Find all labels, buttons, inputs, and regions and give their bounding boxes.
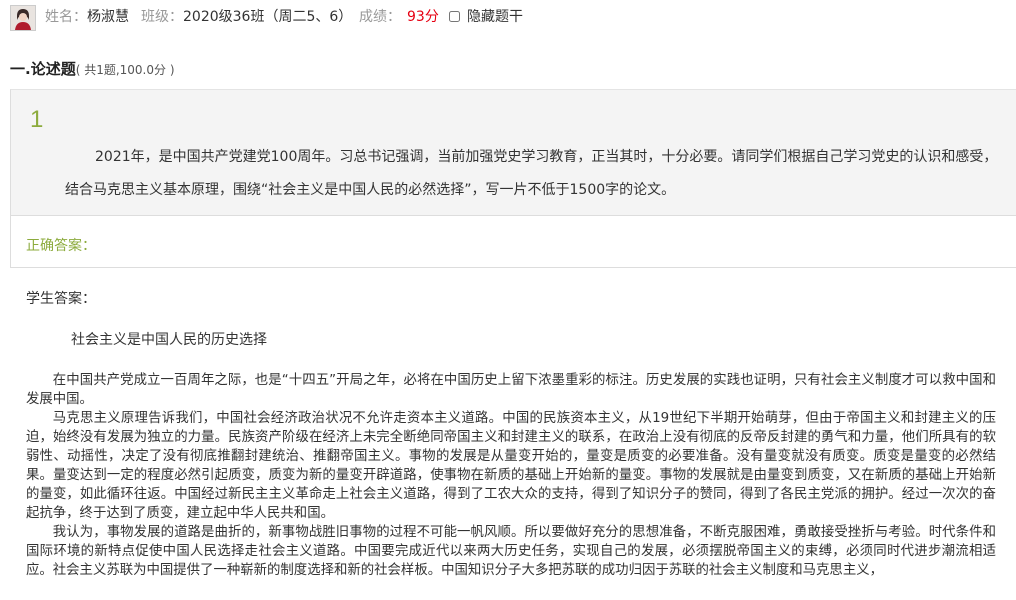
essay-paragraph: 我认为，事物发展的道路是曲折的，新事物战胜旧事物的过程不可能一帆风顺。所以要做好… [26, 525, 996, 578]
name-field: 姓名：杨淑慧 [45, 8, 129, 26]
essay-paragraph: 在中国共产党成立一百周年之际，也是“十四五”开局之年，必将在中国历史上留下浓墨重… [26, 373, 996, 407]
correct-answer-box: 正确答案： [10, 215, 1016, 268]
essay-paragraph: 马克思主义原理告诉我们，中国社会经济政治状况不允许走资本主义道路。中国的民族资本… [26, 411, 996, 521]
hide-question-checkbox[interactable] [449, 11, 460, 22]
student-avatar [10, 5, 36, 31]
hide-question-label[interactable]: 隐藏题干 [467, 8, 523, 26]
score-label: 成绩： [359, 9, 401, 25]
section-subtitle: ( 共1题,100.0分 ) [75, 63, 175, 77]
name-value: 杨淑慧 [87, 9, 129, 25]
score-field: 成绩： 93分 [359, 8, 439, 26]
section-title-text: 一.论述题 [10, 60, 76, 78]
question-text-line2: 结合马克思主义基本原理，围绕“社会主义是中国人民的必然选择”，写一片不低于150… [65, 182, 676, 198]
question-text-line1: 2021年，是中国共产党建党100周年。习总书记强调，当前加强党史学习教育，正当… [95, 149, 998, 165]
question-number: 1 [30, 106, 44, 133]
name-label: 姓名： [45, 9, 87, 25]
class-label: 班级： [141, 9, 183, 25]
correct-answer-label: 正确答案： [26, 238, 96, 254]
student-info-bar: 姓名：杨淑慧 班级：2020级36班（周二5、6） 成绩： 93分 隐藏题干 [0, 0, 1016, 36]
question-box: 1 2021年，是中国共产党建党100周年。习总书记强调，当前加强党史学习教育，… [10, 89, 1016, 215]
class-field: 班级：2020级36班（周二5、6） [141, 8, 352, 26]
class-value: 2020级36班（周二5、6） [183, 9, 353, 25]
section-title: 一.论述题( 共1题,100.0分 ) [10, 58, 175, 79]
score-value: 93分 [407, 9, 439, 25]
student-essay: 在中国共产党成立一百周年之际，也是“十四五”开局之年，必将在中国历史上留下浓墨重… [26, 371, 996, 580]
essay-title: 社会主义是中国人民的历史选择 [71, 332, 267, 348]
student-answer-label: 学生答案： [26, 291, 96, 307]
